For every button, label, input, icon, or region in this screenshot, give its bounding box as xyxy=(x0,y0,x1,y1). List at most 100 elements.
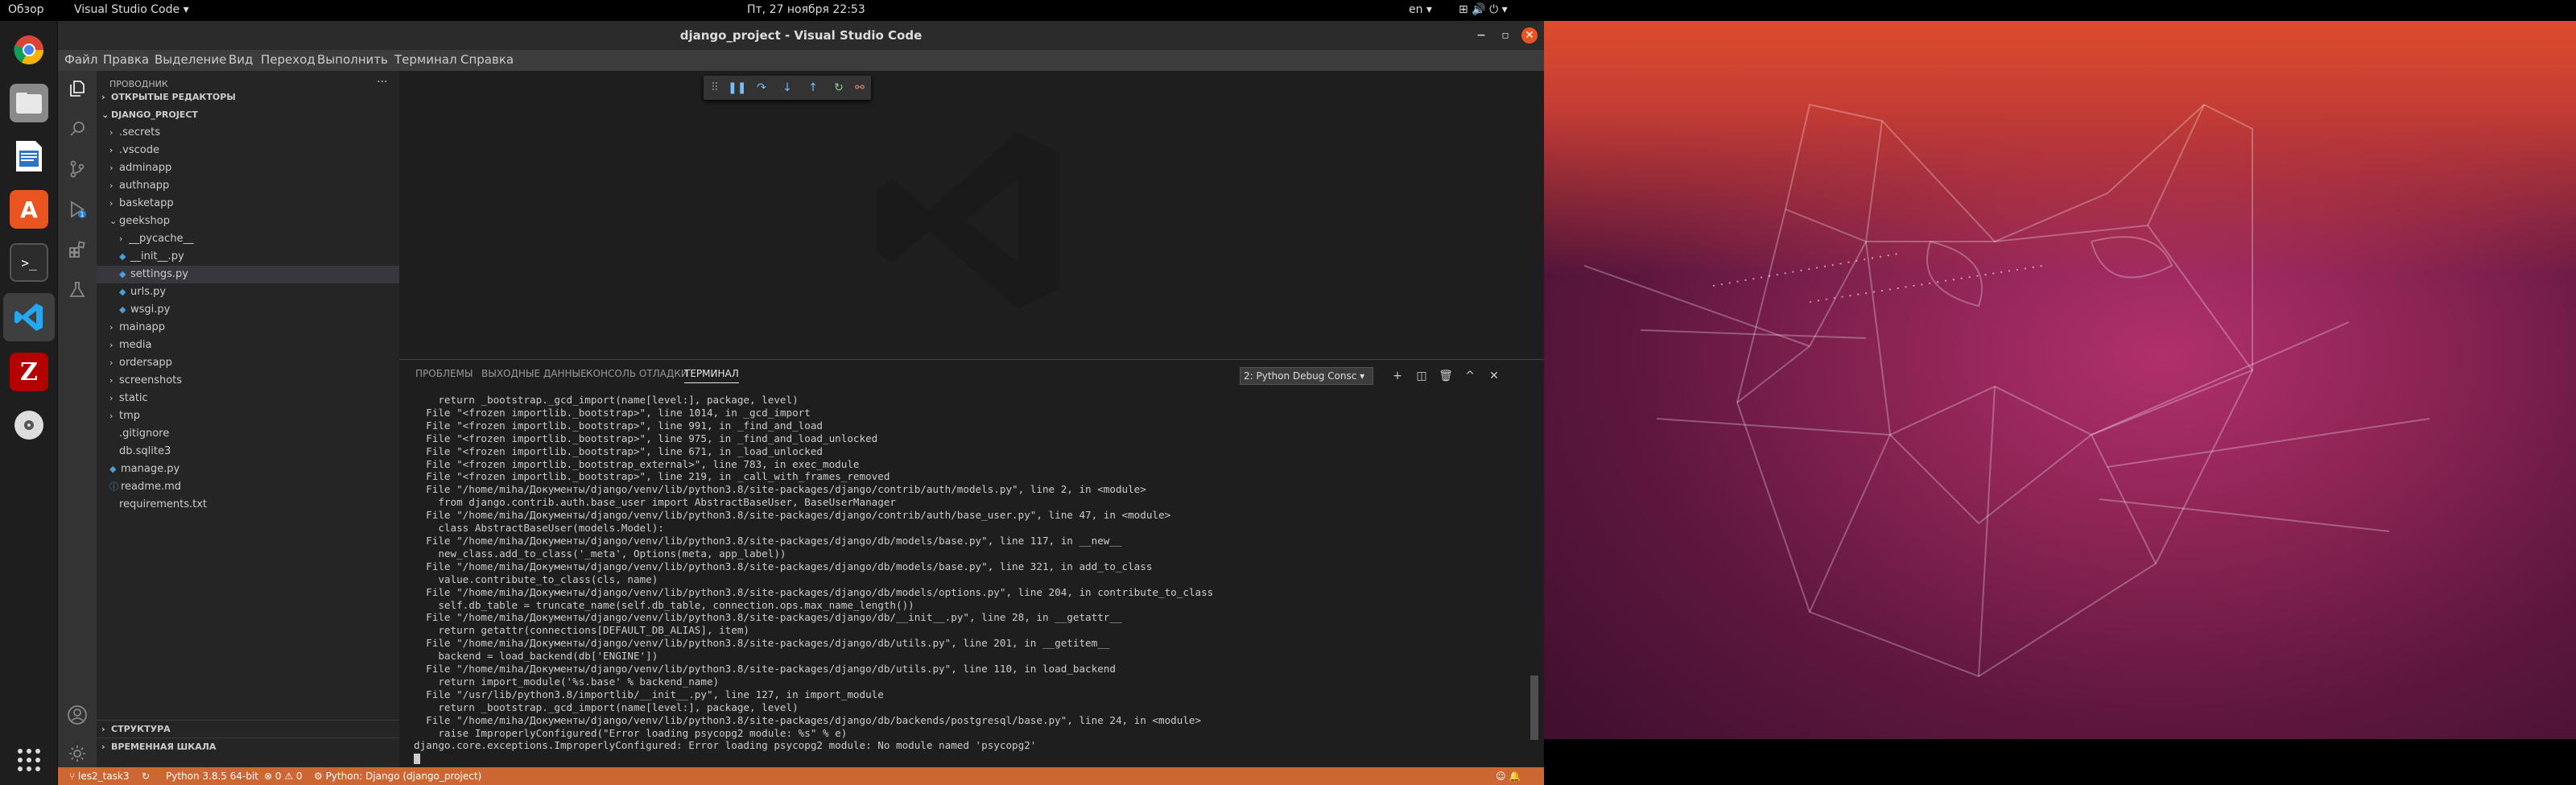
menu-run[interactable]: Выполнить xyxy=(317,52,388,67)
tree-item[interactable]: .gitignore xyxy=(97,425,399,443)
tree-item[interactable]: db.sqlite3 xyxy=(97,443,399,461)
desktop-wallpaper xyxy=(1544,0,2576,785)
drag-handle-icon[interactable]: ⠿ xyxy=(707,80,723,96)
menu-edit[interactable]: Правка xyxy=(103,52,149,67)
minimize-button[interactable]: − xyxy=(1473,27,1489,43)
maximize-button[interactable]: ▫ xyxy=(1497,27,1513,43)
git-branch-status[interactable]: ⑂ les2_task3 xyxy=(69,771,130,782)
tree-item[interactable]: › adminapp xyxy=(97,159,399,177)
files-icon[interactable] xyxy=(10,84,48,122)
activities-button[interactable]: Обзор xyxy=(8,3,44,16)
gnome-top-bar: Обзор Visual Studio Code ▾ Пт, 27 ноября… xyxy=(0,0,2576,21)
terminal-select-dropdown[interactable]: 2: Python Debug Consc ▾ xyxy=(1240,367,1373,385)
terminal-output[interactable]: return _bootstrap._gcd_import(name[level… xyxy=(414,394,1525,765)
tree-item[interactable]: › __pycache__ xyxy=(97,230,399,248)
tree-item[interactable]: › tmp xyxy=(97,407,399,425)
menu-selection[interactable]: Выделение xyxy=(155,52,226,67)
project-root-section[interactable]: ⌄ DJANGO_PROJECT xyxy=(97,106,399,124)
close-panel-icon[interactable]: ✕ xyxy=(1486,368,1502,384)
python-interpreter-status[interactable]: Python 3.8.5 64-bit xyxy=(166,771,258,782)
close-button[interactable]: ✕ xyxy=(1521,27,1538,43)
tree-item[interactable]: ◆ wsgi.py xyxy=(97,301,399,319)
filezilla-icon[interactable]: Z xyxy=(10,353,48,391)
tree-item-label: manage.py xyxy=(121,463,180,475)
tree-item-label: .secrets xyxy=(119,126,160,138)
show-applications-icon[interactable] xyxy=(10,741,48,779)
tree-item[interactable]: ⓘ readme.md xyxy=(97,478,399,496)
account-icon[interactable] xyxy=(64,702,90,728)
open-editors-section[interactable]: › ОТКРЫТЫЕ РЕДАКТОРЫ xyxy=(97,89,399,106)
tree-item[interactable]: › mainapp xyxy=(97,319,399,337)
terminal-scrollbar[interactable] xyxy=(1530,676,1538,740)
testing-icon[interactable] xyxy=(64,277,90,303)
menu-file[interactable]: Файл xyxy=(64,52,97,67)
menu-view[interactable]: Вид xyxy=(229,52,253,67)
timeline-section[interactable]: › ВРЕМЕННАЯ ШКАЛА xyxy=(97,737,399,755)
tree-item[interactable]: ◆ __init__.py xyxy=(97,248,399,266)
tree-item[interactable]: › authnapp xyxy=(97,177,399,195)
status-bar: ⑂ les2_task3 ↻ Python 3.8.5 64-bit ⊗ 0 ⚠… xyxy=(58,767,1544,785)
tree-item-label: geekshop xyxy=(119,215,170,227)
menu-terminal[interactable]: Терминал xyxy=(394,52,457,67)
outline-section[interactable]: › СТРУКТУРА xyxy=(97,720,399,737)
svg-text:1: 1 xyxy=(80,211,84,218)
vscode-icon[interactable] xyxy=(10,298,48,337)
tab-problems[interactable]: ПРОБЛЕМЫ xyxy=(415,368,473,379)
tree-item-label: adminapp xyxy=(119,162,172,174)
trash-icon[interactable]: 🗑 xyxy=(1438,368,1454,384)
terminal-line: File "<frozen importlib._bootstrap>", li… xyxy=(414,419,823,432)
tree-item[interactable]: › static xyxy=(97,390,399,407)
status-right-icons[interactable]: ☺ 🔔 xyxy=(1496,771,1521,782)
search-icon[interactable] xyxy=(64,116,90,142)
problems-status[interactable]: ⊗ 0 ⚠ 0 xyxy=(264,771,303,782)
tree-item[interactable]: › .secrets xyxy=(97,124,399,142)
step-over-icon[interactable]: ↷ xyxy=(753,80,770,96)
source-control-icon[interactable] xyxy=(64,156,90,182)
pause-icon[interactable]: ❚❚ xyxy=(728,80,746,96)
sync-icon[interactable]: ↻ xyxy=(142,771,150,782)
tree-item-label: authnapp xyxy=(119,180,170,192)
writer-icon[interactable] xyxy=(10,137,48,176)
split-terminal-icon[interactable]: ◫ xyxy=(1414,368,1430,384)
menu-go[interactable]: Переход xyxy=(261,52,316,67)
new-terminal-icon[interactable]: + xyxy=(1389,368,1406,384)
tab-debug-console[interactable]: КОНСОЛЬ ОТЛАДКИ xyxy=(586,368,688,379)
tree-item[interactable]: requirements.txt xyxy=(97,496,399,514)
python-file-icon: ◆ xyxy=(119,251,126,262)
tree-item[interactable]: ◆ manage.py xyxy=(97,461,399,478)
tab-terminal[interactable]: ТЕРМИНАЛ xyxy=(684,368,739,383)
manage-gear-icon[interactable] xyxy=(64,741,90,766)
tree-item[interactable]: › screenshots xyxy=(97,372,399,390)
tree-item[interactable]: ◆ urls.py xyxy=(97,283,399,301)
keyboard-layout[interactable]: en ▾ xyxy=(1409,3,1432,16)
dvd-icon[interactable] xyxy=(10,406,48,444)
maximize-panel-icon[interactable]: ^ xyxy=(1462,368,1478,384)
step-into-icon[interactable]: ↓ xyxy=(779,80,795,96)
app-menu-vscode[interactable]: Visual Studio Code ▾ xyxy=(74,3,189,16)
explorer-more-actions[interactable]: ··· xyxy=(377,76,387,89)
chevron-right-icon: › xyxy=(109,375,114,386)
tree-item[interactable]: ◆ settings.py xyxy=(97,266,399,283)
step-out-icon[interactable]: ↑ xyxy=(805,80,821,96)
restart-icon[interactable]: ↻ xyxy=(831,80,847,96)
software-center-icon[interactable]: A xyxy=(10,190,48,229)
tree-item[interactable]: › ordersapp xyxy=(97,354,399,372)
tree-item[interactable]: ⌄ geekshop xyxy=(97,213,399,230)
debug-config-status[interactable]: ⚙ Python: Django (django_project) xyxy=(314,771,481,782)
clock[interactable]: Пт, 27 ноября 22:53 xyxy=(747,3,865,16)
system-menu-icons[interactable]: ⊞ 🔊 ⏻ ▾ xyxy=(1459,3,1508,16)
tree-item[interactable]: › media xyxy=(97,337,399,354)
window-titlebar[interactable]: django_project - Visual Studio Code − ▫ … xyxy=(58,21,1544,50)
chrome-icon[interactable] xyxy=(10,31,48,69)
editor-area[interactable]: ⠿ ❚❚ ↷ ↓ ↑ ↻ ⚯ xyxy=(399,71,1544,359)
tree-item[interactable]: › .vscode xyxy=(97,142,399,159)
extensions-icon[interactable] xyxy=(64,237,90,262)
explorer-icon[interactable] xyxy=(64,76,90,101)
terminal-icon[interactable]: >_ xyxy=(10,243,48,282)
disconnect-icon[interactable]: ⚯ xyxy=(852,80,868,96)
menu-help[interactable]: Справка xyxy=(460,52,514,67)
tab-output[interactable]: ВЫХОДНЫЕ ДАННЫЕ xyxy=(481,368,587,379)
desktop-screen: Обзор Visual Studio Code ▾ Пт, 27 ноября… xyxy=(0,0,2576,785)
tree-item[interactable]: › basketapp xyxy=(97,195,399,213)
run-debug-icon[interactable]: 1 xyxy=(64,196,90,222)
